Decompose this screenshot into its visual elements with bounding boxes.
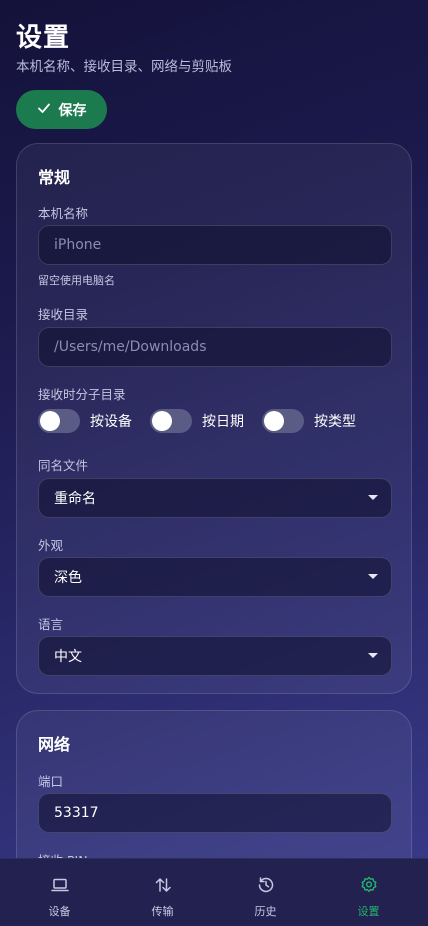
laptop-icon xyxy=(50,859,70,899)
tab-label: 历史 xyxy=(254,905,277,918)
appearance-label: 外观 xyxy=(38,538,64,553)
tab-label: 传输 xyxy=(151,905,174,918)
subdir-label: 接收时分子目录 xyxy=(38,387,126,402)
settings-page: 设置 本机名称、接收目录、网络与剪贴板 保存 常规 本机名称 iPhone 留空… xyxy=(0,0,428,926)
receive-dir-input[interactable]: /Users/me/Downloads xyxy=(38,327,392,367)
same-name-select[interactable]: 重命名 xyxy=(38,478,392,518)
toggle-switch[interactable] xyxy=(150,409,192,433)
save-button-label: 保存 xyxy=(58,102,87,119)
page-title: 设置 xyxy=(16,23,71,53)
subdir-toggle-group: 按设备 按日期 按类型 xyxy=(38,409,374,433)
same-name-value: 重命名 xyxy=(54,491,96,507)
tab-transfer[interactable]: 传输 xyxy=(111,859,214,926)
section-title-general: 常规 xyxy=(38,168,71,187)
transfer-arrows-icon xyxy=(153,859,173,899)
language-label: 语言 xyxy=(38,617,64,632)
chevron-down-icon xyxy=(368,495,378,500)
toggle-by-date[interactable]: 按日期 xyxy=(150,409,244,433)
toggle-by-type[interactable]: 按类型 xyxy=(262,409,356,433)
language-value: 中文 xyxy=(54,649,82,665)
general-section: 常规 本机名称 iPhone 留空使用电脑名 接收目录 /Users/me/Do… xyxy=(16,143,412,694)
toggle-label: 按设备 xyxy=(90,414,132,430)
toggle-switch[interactable] xyxy=(262,409,304,433)
toggle-by-device[interactable]: 按设备 xyxy=(38,409,132,433)
port-label: 端口 xyxy=(38,774,64,789)
tab-label: 设备 xyxy=(48,905,71,918)
page-subtitle: 本机名称、接收目录、网络与剪贴板 xyxy=(16,59,232,75)
device-name-input[interactable]: iPhone xyxy=(38,225,392,265)
save-button[interactable]: 保存 xyxy=(16,90,107,129)
toggle-label: 按类型 xyxy=(314,414,356,430)
bottom-tab-bar: 设备 传输 历史 设置 xyxy=(0,858,428,926)
tab-settings[interactable]: 设置 xyxy=(317,859,420,926)
toggle-label: 按日期 xyxy=(202,414,244,430)
appearance-select[interactable]: 深色 xyxy=(38,557,392,597)
chevron-down-icon xyxy=(368,653,378,658)
toggle-switch[interactable] xyxy=(38,409,80,433)
device-name-label: 本机名称 xyxy=(38,206,89,221)
tab-devices[interactable]: 设备 xyxy=(8,859,111,926)
tab-label: 设置 xyxy=(357,905,380,918)
device-name-hint: 留空使用电脑名 xyxy=(38,274,115,287)
gear-icon xyxy=(359,859,379,899)
history-icon xyxy=(256,859,276,899)
chevron-down-icon xyxy=(368,574,378,579)
same-name-label: 同名文件 xyxy=(38,458,89,473)
port-input[interactable]: 53317 xyxy=(38,793,392,833)
checkmark-icon xyxy=(37,101,51,119)
section-title-network: 网络 xyxy=(38,735,71,754)
tab-history[interactable]: 历史 xyxy=(214,859,317,926)
appearance-value: 深色 xyxy=(54,570,82,586)
language-select[interactable]: 中文 xyxy=(38,636,392,676)
receive-dir-label: 接收目录 xyxy=(38,307,89,322)
